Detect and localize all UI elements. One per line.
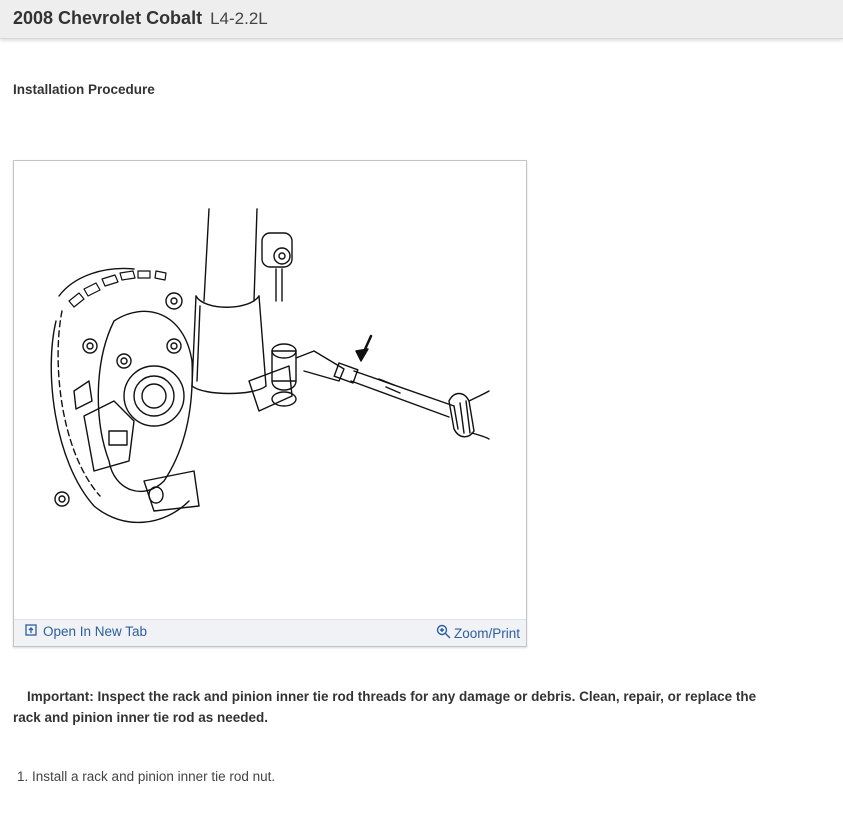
step-list: 1. Install a rack and pinion inner tie r… — [13, 769, 275, 784]
step-text: Install a rack and pinion inner tie rod … — [32, 769, 276, 784]
zoom-in-icon — [436, 624, 452, 643]
figure-toolbar: Open In New Tab Zoom/Print — [14, 619, 526, 646]
section-title: Installation Procedure — [13, 82, 155, 97]
page-header: 2008 Chevrolet Cobalt L4-2.2L — [0, 0, 843, 39]
steering-knuckle-tie-rod-diagram — [50, 208, 490, 524]
vehicle-name: 2008 Chevrolet Cobalt — [13, 8, 203, 28]
figure-container: Open In New Tab Zoom/Print — [13, 160, 527, 647]
important-note: Important: Inspect the rack and pinion i… — [13, 689, 757, 725]
zoom-print-label: Zoom/Print — [453, 626, 520, 641]
list-item: 1. Install a rack and pinion inner tie r… — [13, 769, 275, 784]
vehicle-title: 2008 Chevrolet Cobalt L4-2.2L — [13, 8, 268, 29]
zoom-print-link[interactable]: Zoom/Print — [436, 624, 520, 643]
open-in-new-tab-label: Open In New Tab — [43, 624, 148, 639]
step-number: 1. — [17, 769, 29, 784]
open-in-new-tab-icon — [25, 624, 37, 639]
engine-label: L4-2.2L — [210, 9, 268, 28]
open-in-new-tab-link[interactable]: Open In New Tab — [25, 624, 147, 639]
